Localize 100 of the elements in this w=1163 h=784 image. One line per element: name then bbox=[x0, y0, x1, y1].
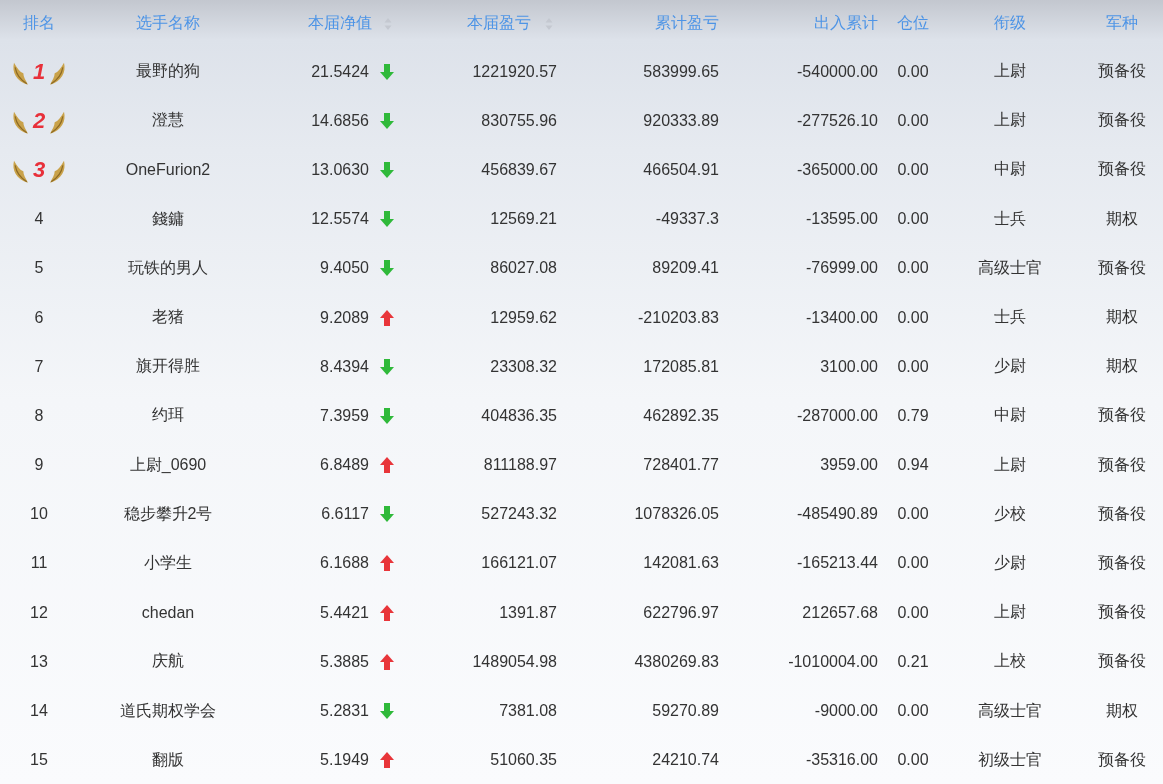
position-ratio: 0.00 bbox=[897, 357, 929, 376]
column-header[interactable]: 本届净值 bbox=[308, 13, 372, 34]
rank-number: 13 bbox=[30, 652, 48, 671]
total-profit: 622796.97 bbox=[643, 603, 719, 622]
cash-flow: -9000.00 bbox=[814, 702, 878, 721]
position-ratio: 0.00 bbox=[897, 554, 929, 573]
net-value: 12.5574 bbox=[311, 210, 369, 229]
position-ratio: 0.79 bbox=[897, 406, 929, 425]
position-ratio: 0.00 bbox=[897, 259, 929, 278]
position-ratio: 0.00 bbox=[897, 505, 929, 524]
rank-title: 上尉 bbox=[994, 110, 1026, 131]
rank-title: 中尉 bbox=[994, 159, 1026, 180]
net-value: 9.2089 bbox=[320, 308, 369, 327]
rank-title: 上尉 bbox=[994, 602, 1026, 623]
service-branch: 预备役 bbox=[1097, 651, 1146, 672]
player-name: 庆航 bbox=[152, 651, 184, 672]
period-profit: 456839.67 bbox=[481, 160, 557, 179]
cash-flow: -1010004.00 bbox=[788, 652, 878, 671]
service-branch: 预备役 bbox=[1097, 110, 1146, 131]
cash-flow: -165213.44 bbox=[797, 554, 878, 573]
column-header[interactable]: 仓位 bbox=[897, 13, 929, 34]
service-branch: 预备役 bbox=[1097, 159, 1146, 180]
cash-flow: -277526.10 bbox=[797, 111, 878, 130]
period-profit: 23308.32 bbox=[490, 357, 557, 376]
service-branch: 预备役 bbox=[1097, 552, 1146, 573]
rank-title: 少校 bbox=[994, 503, 1026, 524]
total-profit: 728401.77 bbox=[643, 456, 719, 475]
service-branch: 预备役 bbox=[1097, 454, 1146, 475]
total-profit: 920333.89 bbox=[643, 111, 719, 130]
column-header[interactable]: 出入累计 bbox=[814, 13, 878, 34]
total-profit: 4380269.83 bbox=[634, 652, 719, 671]
position-ratio: 0.00 bbox=[897, 603, 929, 622]
rank-title: 初级士官 bbox=[978, 749, 1042, 770]
service-branch: 预备役 bbox=[1097, 61, 1146, 82]
column-header[interactable]: 累计盈亏 bbox=[655, 13, 719, 34]
net-value: 6.6117 bbox=[321, 505, 369, 524]
service-branch: 预备役 bbox=[1097, 749, 1146, 770]
cash-flow: 212657.68 bbox=[802, 603, 878, 622]
rank-number: 5 bbox=[34, 259, 44, 278]
total-profit: -210203.83 bbox=[638, 308, 719, 327]
rank-title: 少尉 bbox=[994, 356, 1026, 377]
cash-flow: -76999.00 bbox=[805, 259, 878, 278]
position-ratio: 0.21 bbox=[897, 652, 929, 671]
player-name: 稳步攀升2号 bbox=[123, 503, 213, 524]
position-ratio: 0.00 bbox=[897, 308, 929, 327]
column-header[interactable]: 本届盈亏 bbox=[467, 13, 531, 34]
rank-number: 15 bbox=[30, 751, 48, 770]
rank-number: 4 bbox=[34, 210, 44, 229]
cash-flow: -485490.89 bbox=[797, 505, 878, 524]
service-branch: 期权 bbox=[1105, 356, 1138, 377]
player-name: 老猪 bbox=[152, 307, 184, 328]
net-value: 13.0630 bbox=[311, 160, 369, 179]
player-name: 澄慧 bbox=[152, 110, 184, 131]
rank-title: 上校 bbox=[994, 651, 1026, 672]
position-ratio: 0.00 bbox=[897, 111, 929, 130]
net-value: 21.5424 bbox=[311, 62, 369, 81]
service-branch: 期权 bbox=[1105, 208, 1138, 229]
rank-number: 2 bbox=[31, 109, 47, 132]
column-header[interactable]: 排名 bbox=[23, 13, 55, 34]
period-profit: 527243.32 bbox=[481, 505, 557, 524]
position-ratio: 0.00 bbox=[897, 751, 929, 770]
rank-title: 高级士官 bbox=[978, 257, 1042, 278]
total-profit: 89209.41 bbox=[652, 259, 719, 278]
rank-title: 上尉 bbox=[994, 61, 1026, 82]
rank-title: 少尉 bbox=[994, 552, 1026, 573]
player-name: 最野的狗 bbox=[136, 61, 200, 82]
position-ratio: 0.00 bbox=[897, 702, 929, 721]
column-header[interactable]: 衔级 bbox=[994, 13, 1026, 34]
total-profit: 583999.65 bbox=[643, 62, 719, 81]
period-profit: 830755.96 bbox=[481, 111, 557, 130]
period-profit: 7381.08 bbox=[499, 702, 557, 721]
period-profit: 12959.62 bbox=[490, 308, 557, 327]
player-name: chedan bbox=[141, 603, 195, 622]
period-profit: 1391.87 bbox=[499, 603, 557, 622]
net-value: 5.3885 bbox=[320, 652, 369, 671]
rank-number: 12 bbox=[30, 603, 48, 622]
player-name: 翻版 bbox=[152, 749, 184, 770]
net-value: 5.2831 bbox=[320, 702, 369, 721]
total-profit: 462892.35 bbox=[643, 406, 719, 425]
rank-title: 上尉 bbox=[994, 454, 1026, 475]
player-name: 小学生 bbox=[144, 552, 192, 573]
position-ratio: 0.00 bbox=[897, 210, 929, 229]
rank-number: 14 bbox=[30, 702, 48, 721]
total-profit: 1078326.05 bbox=[634, 505, 719, 524]
net-value: 6.1688 bbox=[320, 554, 369, 573]
total-profit: -49337.3 bbox=[655, 210, 719, 229]
period-profit: 86027.08 bbox=[490, 259, 557, 278]
cash-flow: -287000.00 bbox=[797, 406, 878, 425]
cash-flow: 3959.00 bbox=[820, 456, 878, 475]
player-name: OneFurion2 bbox=[125, 160, 211, 179]
player-name: 上尉_0690 bbox=[129, 454, 207, 475]
service-branch: 预备役 bbox=[1097, 405, 1146, 426]
column-header[interactable]: 选手名称 bbox=[136, 13, 200, 34]
player-name: 玩铁的男人 bbox=[128, 257, 208, 278]
column-header[interactable]: 军种 bbox=[1105, 13, 1138, 34]
rank-number: 7 bbox=[34, 357, 44, 376]
period-profit: 51060.35 bbox=[490, 751, 557, 770]
rank-title: 士兵 bbox=[994, 208, 1026, 229]
player-name: 约珥 bbox=[152, 405, 184, 426]
service-branch: 预备役 bbox=[1097, 602, 1146, 623]
